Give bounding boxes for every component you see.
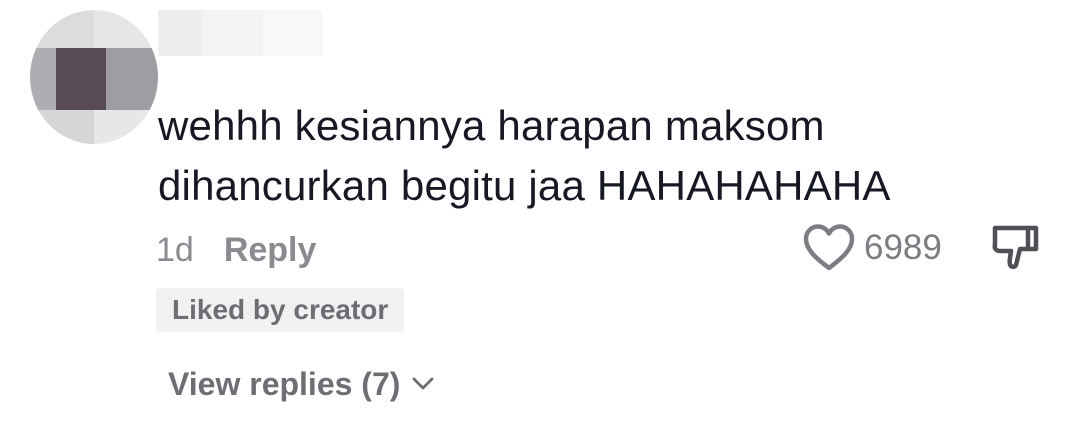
heart-outline-icon bbox=[802, 223, 856, 273]
liked-by-creator-badge: Liked by creator bbox=[156, 288, 405, 332]
dislike-button[interactable] bbox=[990, 222, 1042, 274]
avatar-pixel bbox=[30, 10, 94, 48]
view-replies-label: View replies (7) bbox=[168, 365, 401, 402]
username-pixel bbox=[158, 10, 203, 56]
avatar-pixel bbox=[94, 110, 158, 144]
thumbs-down-icon bbox=[990, 222, 1042, 274]
badge-label: Liked by creator bbox=[172, 294, 389, 325]
avatar-pixel bbox=[94, 10, 158, 48]
avatar-pixel bbox=[30, 110, 94, 144]
avatar-pixel bbox=[106, 48, 158, 110]
view-replies-button[interactable]: View replies (7) bbox=[168, 360, 434, 408]
comment-line: wehhh kesiannya harapan maksom bbox=[158, 102, 825, 149]
reply-button[interactable]: Reply bbox=[224, 231, 317, 270]
username-censored[interactable] bbox=[158, 10, 323, 56]
comment-text: wehhh kesiannya harapan maksom dihancurk… bbox=[158, 96, 1018, 216]
like-button[interactable]: 6989 bbox=[802, 220, 942, 276]
comment-line: dihancurkan begitu jaa HAHAHAHAHA bbox=[158, 162, 891, 209]
chevron-down-icon bbox=[412, 377, 434, 391]
comment-timestamp: 1d bbox=[156, 230, 194, 269]
comment-meta: 1d Reply bbox=[156, 228, 316, 272]
username-pixel bbox=[263, 10, 323, 56]
username-pixel bbox=[203, 10, 263, 56]
avatar-pixel bbox=[56, 48, 106, 110]
avatar-pixel bbox=[30, 48, 56, 110]
like-count: 6989 bbox=[864, 228, 942, 267]
avatar[interactable] bbox=[30, 10, 158, 144]
